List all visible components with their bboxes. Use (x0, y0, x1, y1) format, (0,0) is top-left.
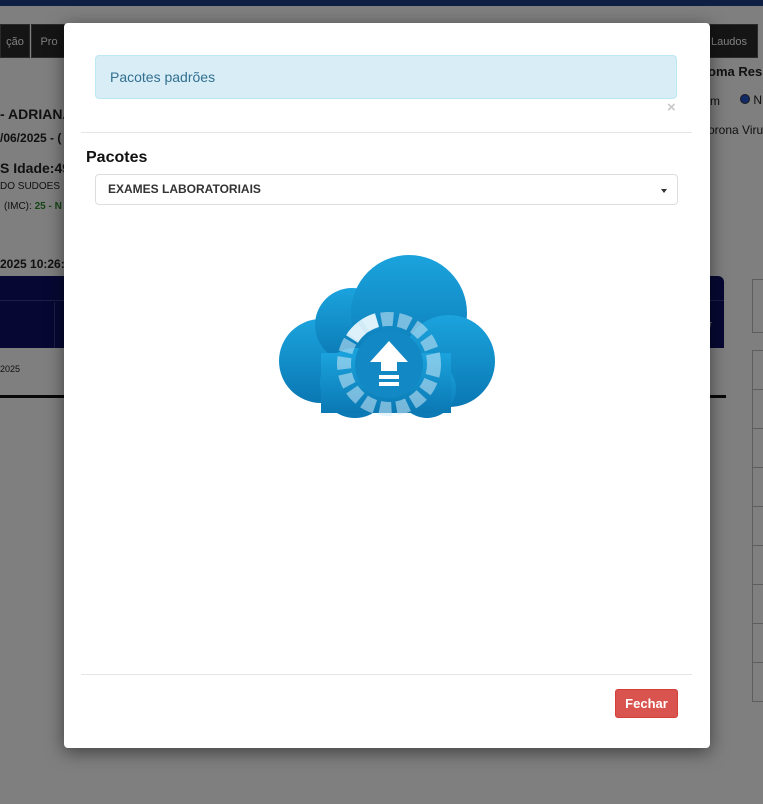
pacotes-modal: Pacotes padrões × Pacotes EXAMES LABORAT… (64, 23, 710, 748)
header-divider (81, 132, 692, 133)
footer-divider (81, 674, 692, 675)
pacotes-select[interactable]: EXAMES LABORATORIAIS (95, 174, 678, 205)
pacotes-label: Pacotes (86, 149, 148, 166)
fechar-button[interactable]: Fechar (615, 689, 678, 718)
close-icon[interactable]: × (667, 99, 676, 116)
cloud-upload-loading-icon (279, 255, 495, 418)
select-value: EXAMES LABORATORIAIS (108, 182, 261, 196)
info-alert: Pacotes padrões (95, 55, 677, 99)
chevron-down-icon (661, 189, 667, 193)
